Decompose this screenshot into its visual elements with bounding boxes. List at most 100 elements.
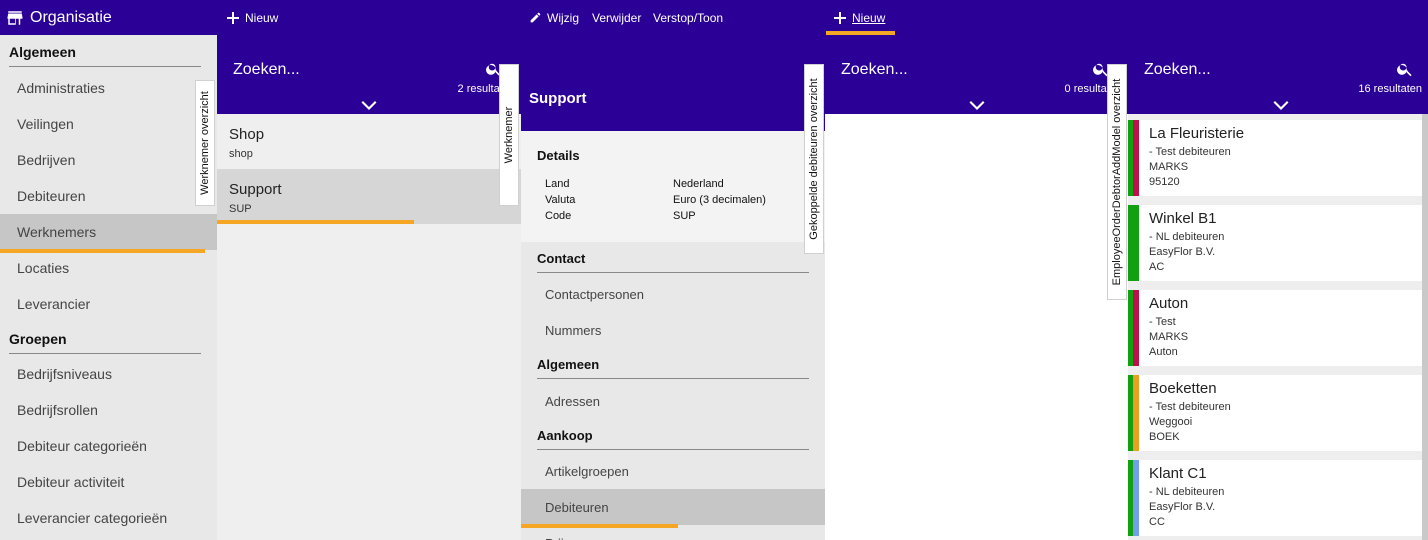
detail-item-artikelgroepen[interactable]: Artikelgroepen [521, 453, 825, 489]
linked-debtors-panel: Nieuw Zoeken... 0 resultaten [825, 0, 1128, 540]
new-employee-button[interactable]: Nieuw [227, 0, 278, 35]
sidebar-item-bedrijven[interactable]: Bedrijven [0, 142, 217, 178]
sidebar-item-debiteur-activiteit[interactable]: Debiteur activiteit [0, 464, 217, 500]
employee-overview-tab[interactable]: Werknemer overzicht [195, 80, 215, 206]
store-icon [7, 10, 23, 25]
debtor-card[interactable]: La Fleuristerie - Test debiteuren MARKS 951… [1128, 120, 1422, 196]
employee-list-item[interactable]: Shop shop [217, 114, 521, 169]
debtors-result-count: 16 resultaten [1358, 83, 1422, 95]
detail-field-value: Nederland [673, 178, 724, 190]
debtor-name: Klant C1 [1149, 465, 1207, 482]
employees-search-input[interactable]: Zoeken... [233, 61, 300, 79]
sidebar-item-debiteur-categorieen[interactable]: Debiteur categorieën [0, 428, 217, 464]
search-icon[interactable] [1396, 60, 1414, 78]
detail-item-nummers[interactable]: Nummers [521, 312, 825, 348]
chevron-down-icon[interactable] [1273, 99, 1289, 111]
debtor-name: La Fleuristerie [1149, 125, 1245, 142]
detail-item-debiteuren[interactable]: Debiteuren [521, 489, 825, 525]
app: Organisatie Algemeen Administraties Veilin… [0, 0, 1428, 540]
debtor-category-bar [1133, 460, 1139, 536]
sidebar-item-administraties[interactable]: Administraties [0, 70, 217, 106]
debtor-card[interactable]: Auton - Test MARKS Auton [1128, 290, 1422, 366]
debtor-category-bar [1133, 290, 1139, 366]
debtor-detail-line: - Test [1149, 316, 1176, 328]
linked-debtors-overview-tab[interactable]: Gekoppelde debiteuren overzicht [804, 64, 824, 254]
debtor-detail-line: - NL debiteuren [1149, 486, 1225, 498]
employee-code: SUP [229, 203, 252, 215]
detail-field-key: Land [545, 178, 570, 190]
sidebar-item-leverancier[interactable]: Leverancier [0, 286, 217, 322]
debtor-detail-line: MARKS [1149, 161, 1189, 173]
debtor-detail-line: BOEK [1149, 431, 1180, 443]
detail-field-key: Code [545, 210, 572, 222]
debtor-card[interactable]: Klant C1 - NL debiteuren EasyFlor B.V. CC [1128, 460, 1422, 536]
sidebar-item-bedrijfsrollen[interactable]: Bedrijfsrollen [0, 392, 217, 428]
debtor-detail-line: - Test debiteuren [1149, 401, 1231, 413]
sidebar-section-heading: Groepen [9, 331, 201, 354]
detail-panel: Wijzig Verwijder Verstop/Toon Support De… [521, 0, 825, 540]
edit-label: Wijzig [547, 10, 579, 25]
detail-field-value: Euro (3 decimalen) [673, 194, 766, 206]
detail-section-heading: Contact [537, 251, 809, 273]
employee-code: shop [229, 148, 253, 160]
toggle-visibility-button[interactable]: Verstop/Toon [653, 0, 723, 35]
chevron-down-icon[interactable] [361, 99, 377, 111]
detail-field-row: Land Nederland [545, 178, 724, 190]
employee-overview-tab-label: Werknemer overzicht [199, 91, 211, 195]
sidebar-title-text: Organisatie [30, 8, 112, 26]
plus-icon [834, 11, 846, 24]
details-card: Details Land Nederland Valuta Euro (3 decim… [521, 131, 825, 242]
edit-button[interactable]: Wijzig [529, 0, 579, 35]
linked-debtors-overview-tab-label: Gekoppelde debiteuren overzicht [808, 78, 820, 240]
debtor-detail-line: EasyFlor B.V. [1149, 246, 1216, 258]
debtors-search-input[interactable]: Zoeken... [1144, 61, 1211, 79]
debtor-name: Winkel B1 [1149, 210, 1217, 227]
detail-item-prijs[interactable]: Prijs [521, 525, 825, 540]
details-heading: Details [537, 148, 580, 163]
sidebar-item-leverancier-categorieen[interactable]: Leverancier categorieën [0, 500, 217, 536]
debtor-name: Auton [1149, 295, 1189, 312]
sidebar-item-veilingen[interactable]: Veilingen [0, 106, 217, 142]
employees-search-header: Zoeken... 2 resultaten [217, 35, 521, 114]
debtor-card[interactable]: Boeketten - Test debiteuren Weggooi BOEK [1128, 375, 1422, 451]
employee-tab-label: Werknemer [503, 106, 515, 164]
order-debtor-model-overview-tab-label: EmployeeOrderDebtorAddModel overzicht [1111, 78, 1123, 286]
delete-button[interactable]: Verwijder [592, 0, 641, 35]
debtor-category-bar [1133, 375, 1139, 451]
new-linked-label: Nieuw [852, 10, 886, 25]
employee-tab[interactable]: Werknemer [499, 64, 519, 206]
sidebar-item-locaties[interactable]: Locaties [0, 250, 217, 286]
debtor-name: Boeketten [1149, 380, 1217, 397]
debtor-detail-line: - NL debiteuren [1149, 231, 1225, 243]
sidebar-item-debiteuren[interactable]: Debiteuren [0, 178, 217, 214]
new-employee-label: Nieuw [245, 10, 279, 25]
new-linked-button[interactable]: Nieuw [834, 0, 885, 35]
detail-title: Support [529, 90, 587, 107]
debtors-panel: Zoeken... 16 resultaten La Fleuristerie -… [1128, 0, 1428, 540]
plus-icon [227, 11, 239, 24]
employee-list-item[interactable]: Support SUP [217, 169, 521, 224]
detail-section-heading: Algemeen [537, 357, 809, 379]
detail-field-row: Valuta Euro (3 decimalen) [545, 194, 766, 206]
debtor-card[interactable]: Winkel B1 - NL debiteuren EasyFlor B.V. AC [1128, 205, 1422, 281]
detail-field-key: Valuta [545, 194, 576, 206]
chevron-down-icon[interactable] [969, 99, 985, 111]
selected-indicator [217, 220, 414, 224]
debtor-category-bar [1133, 120, 1139, 196]
debtors-search-header: Zoeken... 16 resultaten [1128, 35, 1428, 114]
debtor-detail-line: Auton [1149, 346, 1178, 358]
detail-item-contactpersonen[interactable]: Contactpersonen [521, 276, 825, 312]
sidebar: Organisatie Algemeen Administraties Veilin… [0, 0, 217, 540]
debtor-detail-line: MARKS [1149, 331, 1189, 343]
debtor-detail-line: AC [1149, 261, 1165, 273]
sidebar-title: Organisatie [0, 0, 112, 35]
employees-panel: Nieuw Zoeken... 2 resultaten Shop shop Sup… [217, 0, 521, 540]
detail-field-row: Code SUP [545, 210, 696, 222]
scrollbar[interactable] [1422, 114, 1428, 540]
sidebar-item-werknemers[interactable]: Werknemers [0, 214, 217, 250]
detail-item-adressen[interactable]: Adressen [521, 383, 825, 419]
order-debtor-model-overview-tab[interactable]: EmployeeOrderDebtorAddModel overzicht [1107, 64, 1127, 300]
sidebar-item-bedrijfsniveaus[interactable]: Bedrijfsniveaus [0, 356, 217, 392]
linked-search-input[interactable]: Zoeken... [841, 61, 908, 79]
debtor-detail-line: CC [1149, 516, 1165, 528]
